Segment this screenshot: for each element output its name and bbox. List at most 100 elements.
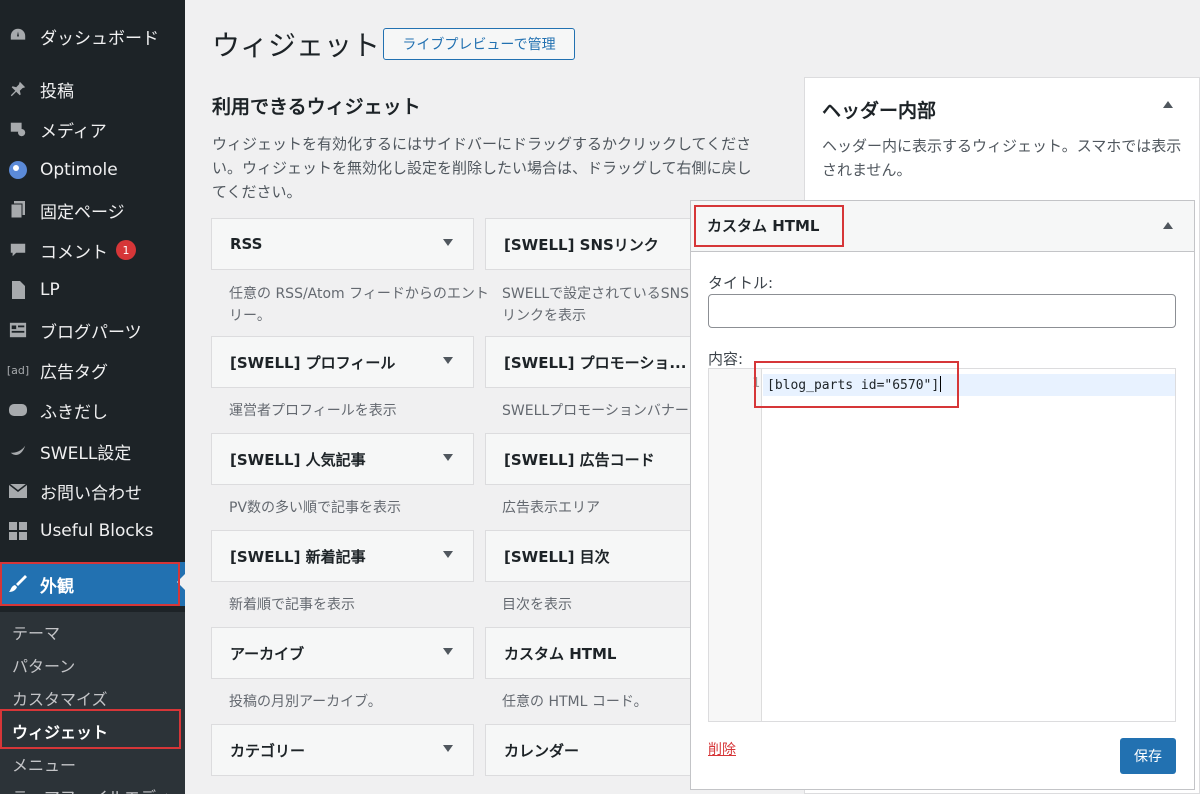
menu-useful-blocks[interactable]: Useful Blocks — [0, 511, 185, 551]
save-button[interactable]: 保存 — [1120, 738, 1176, 774]
widget-title: [SWELL] プロフィール — [230, 353, 396, 372]
chevron-down-icon[interactable] — [443, 745, 453, 752]
submenu-customize[interactable]: カスタマイズ — [12, 686, 108, 710]
chevron-down-icon[interactable] — [443, 648, 453, 655]
chevron-down-icon[interactable] — [443, 239, 453, 246]
menu-optimole[interactable]: Optimole — [0, 150, 185, 190]
widget-description: 任意の RSS/Atom フィードからのエントリー。 — [229, 286, 489, 324]
menu-lp[interactable]: LP — [0, 270, 185, 310]
widget-title: カテゴリー — [230, 741, 306, 760]
menu-label: SWELL設定 — [40, 443, 132, 464]
menu-label: Optimole — [40, 160, 118, 180]
widget-title: カスタム HTML — [504, 644, 617, 663]
highlight-box-code — [754, 361, 959, 408]
menu-label: コメント — [40, 242, 108, 263]
document-icon — [8, 280, 28, 300]
menu-label: ダッシュボード — [40, 28, 159, 49]
widget-description: 投稿の月別アーカイブ。 — [229, 694, 382, 710]
submenu-theme-file-editor[interactable]: テーマファイルエディター — [12, 784, 185, 794]
widget-description: 任意の HTML コード。 — [502, 694, 648, 710]
dashboard-icon — [8, 26, 28, 46]
pin-icon — [8, 79, 28, 99]
menu-media[interactable]: メディア — [0, 109, 185, 149]
menu-label: お問い合わせ — [40, 483, 142, 504]
comment-icon — [8, 240, 28, 260]
menu-blog-parts[interactable]: ブログパーツ — [0, 310, 185, 350]
submenu-patterns[interactable]: パターン — [12, 653, 75, 677]
widget-title: [SWELL] 新着記事 — [230, 547, 366, 566]
widget-categories[interactable]: カテゴリー — [211, 724, 474, 776]
page-icon — [8, 200, 28, 220]
widget-rss[interactable]: RSS — [211, 218, 474, 270]
mail-icon — [8, 481, 28, 501]
widget-area-title: ヘッダー内部 — [822, 100, 937, 122]
widget-swell-profile[interactable]: [SWELL] プロフィール — [211, 336, 474, 388]
menu-dashboard[interactable]: ダッシュボード — [0, 16, 185, 56]
menu-label: ふきだし — [40, 402, 108, 423]
widget-area-description: ヘッダー内に表示するウィジェット。スマホでは表示されません。 — [822, 137, 1182, 179]
balloon-icon — [8, 400, 28, 420]
widget-title: [SWELL] プロモーショ... — [504, 353, 687, 372]
media-icon — [8, 119, 28, 139]
highlight-box-appearance — [0, 562, 180, 606]
widget-title: カレンダー — [504, 741, 580, 760]
highlight-box-widgets — [0, 709, 181, 749]
widget-title: [SWELL] SNSリンク — [504, 235, 659, 254]
chevron-down-icon[interactable] — [443, 551, 453, 558]
code-editor-gutter — [709, 369, 762, 721]
widget-description: 目次を表示 — [502, 597, 572, 613]
menu-posts[interactable]: 投稿 — [0, 69, 185, 109]
widget-description: 運営者プロフィールを表示 — [229, 403, 397, 419]
blocks-icon — [8, 521, 28, 541]
widget-description: SWELLで設定されているSNSリンクを表示 — [502, 286, 690, 324]
menu-label: メディア — [40, 121, 107, 142]
title-label: タイトル: — [708, 274, 774, 292]
chevron-up-icon[interactable] — [1163, 101, 1173, 108]
title-input[interactable] — [708, 294, 1176, 328]
comment-count-badge: 1 — [116, 240, 136, 260]
widget-swell-popular-posts[interactable]: [SWELL] 人気記事 — [211, 433, 474, 485]
menu-pages[interactable]: 固定ページ — [0, 190, 185, 230]
submenu-themes[interactable]: テーマ — [12, 620, 60, 644]
menu-ad-tag[interactable]: [ad] 広告タグ — [0, 350, 185, 390]
menu-label: 固定ページ — [40, 202, 125, 223]
widget-title: [SWELL] 広告コード — [504, 450, 655, 469]
menu-swell-settings[interactable]: SWELL設定 — [0, 431, 185, 471]
highlight-box-panel-title — [694, 205, 844, 247]
delete-link[interactable]: 削除 — [708, 739, 736, 759]
optimole-icon — [8, 160, 28, 180]
menu-label: ブログパーツ — [40, 322, 142, 343]
widget-title: [SWELL] 目次 — [504, 547, 610, 566]
menu-contact[interactable]: お問い合わせ — [0, 471, 185, 511]
submenu-menus[interactable]: メニュー — [12, 752, 76, 776]
menu-label: 広告タグ — [40, 362, 108, 383]
widget-title: RSS — [230, 235, 263, 253]
ad-icon: [ad] — [6, 363, 30, 377]
chevron-down-icon[interactable] — [443, 454, 453, 461]
widget-swell-new-posts[interactable]: [SWELL] 新着記事 — [211, 530, 474, 582]
widget-title: [SWELL] 人気記事 — [230, 450, 366, 469]
available-widgets-description: ウィジェットを有効化するにはサイドバーにドラッグするかクリックしてください。ウィ… — [212, 135, 752, 201]
admin-sidebar: ダッシュボード 投稿 メディア Optimole 固定ページ コメント 1 LP… — [0, 0, 185, 794]
appearance-submenu: テーマ パターン カスタマイズ ウィジェット メニュー テーマファイルエディター — [0, 612, 185, 794]
menu-label: LP — [40, 280, 60, 300]
menu-label: Useful Blocks — [40, 521, 154, 541]
menu-balloon[interactable]: ふきだし — [0, 390, 185, 430]
content-label: 内容: — [708, 350, 744, 368]
page-title: ウィジェット — [212, 29, 381, 62]
widget-title: アーカイブ — [230, 644, 305, 663]
widget-description: 広告表示エリア — [502, 500, 600, 516]
widget-archives[interactable]: アーカイブ — [211, 627, 474, 679]
widget-description: 新着順で記事を表示 — [229, 597, 355, 613]
available-widgets-heading: 利用できるウィジェット — [212, 96, 421, 118]
swell-icon — [8, 441, 28, 461]
chevron-down-icon[interactable] — [443, 357, 453, 364]
widget-description: SWELLプロモーションバナーを表示 — [502, 403, 689, 419]
blog-parts-icon — [8, 320, 28, 340]
code-editor[interactable] — [708, 368, 1176, 722]
menu-comments[interactable]: コメント 1 — [0, 230, 185, 270]
menu-label: 投稿 — [40, 81, 74, 102]
live-preview-button[interactable]: ライブプレビューで管理 — [383, 28, 575, 60]
chevron-up-icon[interactable] — [1163, 222, 1173, 229]
widget-description: PV数の多い順で記事を表示 — [229, 500, 402, 516]
